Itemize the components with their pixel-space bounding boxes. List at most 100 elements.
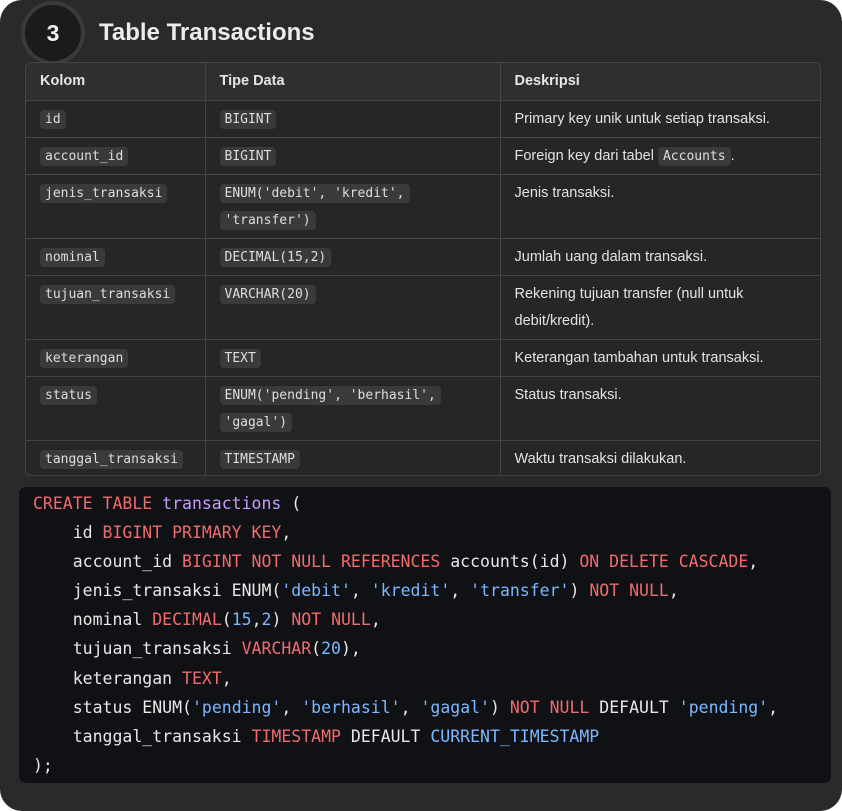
code-token: CREATE TABLE: [33, 494, 163, 513]
schema-table: Kolom Tipe Data Deskripsi id BIGINT Prim…: [25, 62, 821, 476]
description-text: Primary key unik untuk setiap transaksi.: [514, 110, 770, 127]
code-token: ON DELETE CASCADE: [579, 552, 749, 572]
table-row: tanggal_transaksi TIMESTAMP Waktu transa…: [26, 440, 820, 475]
code-token: DEFAULT: [589, 697, 679, 717]
description-text: Jumlah uang dalam transaksi.: [514, 248, 708, 265]
code-token: nominal: [33, 610, 153, 630]
code-token: accounts(id): [440, 552, 580, 572]
column-name-code: keterangan: [40, 348, 129, 368]
code-token: (: [281, 494, 302, 513]
section-title: Table Transactions: [99, 19, 315, 46]
data-type-code: TIMESTAMP: [219, 449, 300, 469]
column-name-code: nominal: [40, 247, 105, 267]
code-token: ),: [340, 639, 361, 659]
code-token: 'gagal': [420, 697, 490, 717]
step-card: 3 Table Transactions Kolom Tipe Data Des…: [0, 0, 842, 811]
data-type-code: BIGINT: [219, 109, 277, 129]
code-line: tanggal_transaksi TIMESTAMP DEFAULT CURR…: [33, 722, 831, 751]
code-token: 'pending': [678, 697, 769, 717]
column-header-tipe-data: Tipe Data: [205, 63, 501, 101]
description-text: Rekening tujuan transfer (null untuk deb…: [514, 285, 744, 329]
column-name-code: status: [40, 385, 97, 405]
code-token: BIGINT NOT NULL REFERENCES: [182, 552, 441, 572]
code-token: (: [311, 639, 322, 659]
code-line: keterangan TEXT,: [33, 664, 831, 693]
code-token: TEXT: [182, 668, 222, 688]
code-token: 15: [231, 610, 252, 630]
code-token: ,: [370, 610, 381, 630]
code-token: NOT NULL: [589, 581, 669, 601]
column-name-code: tujuan_transaksi: [40, 284, 176, 304]
column-header-deskripsi: Deskripsi: [500, 63, 820, 101]
code-token: DECIMAL: [152, 610, 222, 630]
description-text: Keterangan tambahan untuk transaksi.: [514, 349, 764, 366]
description-text: Jenis transaksi.: [514, 184, 615, 201]
code-token: 2: [261, 610, 272, 630]
code-token: tanggal_transaksi: [33, 726, 252, 746]
table-row: id BIGINT Primary key unik untuk setiap …: [26, 100, 820, 138]
table-header-row: Kolom Tipe Data Deskripsi: [26, 63, 820, 101]
code-token: ,: [281, 523, 292, 543]
code-token: ): [490, 697, 510, 717]
code-token: TIMESTAMP: [251, 726, 341, 746]
table-row: nominal DECIMAL(15,2) Jumlah uang dalam …: [26, 238, 820, 276]
data-type-code: DECIMAL(15,2): [219, 247, 332, 267]
code-token: VARCHAR: [241, 639, 312, 659]
code-line: account_id BIGINT NOT NULL REFERENCES ac…: [33, 547, 831, 576]
code-token: account_id: [33, 552, 183, 572]
code-token: ,: [768, 697, 779, 717]
code-token: ,: [281, 697, 302, 717]
code-token: DEFAULT: [340, 726, 431, 746]
table-row: tujuan_transaksi VARCHAR(20) Rekening tu…: [26, 275, 820, 340]
code-token: CURRENT_TIMESTAMP: [430, 726, 600, 746]
code-token: 20: [321, 639, 341, 659]
code-token: ,: [350, 581, 371, 601]
table-row: keterangan TEXT Keterangan tambahan untu…: [26, 339, 820, 377]
sql-code-block: CREATE TABLE transactions ( id BIGINT PR…: [19, 487, 831, 783]
code-token: id: [33, 523, 103, 543]
column-name-code: id: [40, 109, 66, 129]
data-type-code: TEXT: [219, 348, 261, 368]
table-row: account_id BIGINT Foreign key dari tabel…: [26, 137, 820, 175]
code-token: status ENUM(: [33, 697, 192, 717]
code-token: ,: [450, 581, 471, 601]
code-line: tujuan_transaksi VARCHAR(20),: [33, 634, 831, 663]
code-line: );: [33, 751, 831, 780]
step-number-badge: 3: [25, 5, 81, 61]
column-name-code: tanggal_transaksi: [40, 449, 184, 469]
column-name-code: account_id: [40, 146, 129, 166]
table-row: status ENUM('pending', 'berhasil', 'gaga…: [26, 376, 820, 441]
code-token: jenis_transaksi ENUM(: [33, 581, 282, 601]
data-type-code: ENUM('pending', 'berhasil', 'gagal'): [219, 385, 441, 432]
description-text: Waktu transaksi dilakukan.: [514, 450, 687, 467]
code-token: BIGINT PRIMARY KEY: [102, 523, 282, 543]
code-line: CREATE TABLE transactions (: [33, 489, 831, 518]
code-token: (: [221, 610, 232, 630]
code-token: ,: [251, 610, 262, 630]
code-token: ,: [400, 697, 421, 717]
data-type-code: VARCHAR(20): [219, 284, 316, 304]
code-token: 'transfer': [470, 581, 570, 601]
column-name-code: jenis_transaksi: [40, 183, 168, 203]
code-line: nominal DECIMAL(15,2) NOT NULL,: [33, 605, 831, 634]
description-text: Status transaksi.: [514, 386, 622, 403]
description-suffix: .: [730, 147, 735, 164]
data-type-code: BIGINT: [219, 146, 277, 166]
code-token: ): [569, 581, 590, 601]
code-token: 'pending': [191, 697, 282, 717]
description-inline-code: Accounts: [657, 146, 731, 166]
code-token: ): [271, 610, 292, 630]
code-token: keterangan: [33, 668, 183, 688]
code-line: id BIGINT PRIMARY KEY,: [33, 518, 831, 547]
data-type-code: ENUM('debit', 'kredit', 'transfer'): [219, 183, 410, 230]
table-row: jenis_transaksi ENUM('debit', 'kredit', …: [26, 174, 820, 239]
code-token: 'kredit': [370, 581, 451, 601]
section-header: 3 Table Transactions: [25, 5, 315, 61]
description-text: Foreign key dari tabel: [514, 147, 658, 164]
code-token: NOT NULL: [291, 610, 371, 630]
code-token: 'debit': [281, 581, 351, 601]
code-token: tujuan_transaksi: [33, 639, 242, 659]
code-token: ,: [668, 581, 679, 601]
code-line: jenis_transaksi ENUM('debit', 'kredit', …: [33, 576, 831, 605]
code-token: NOT NULL: [509, 697, 590, 717]
